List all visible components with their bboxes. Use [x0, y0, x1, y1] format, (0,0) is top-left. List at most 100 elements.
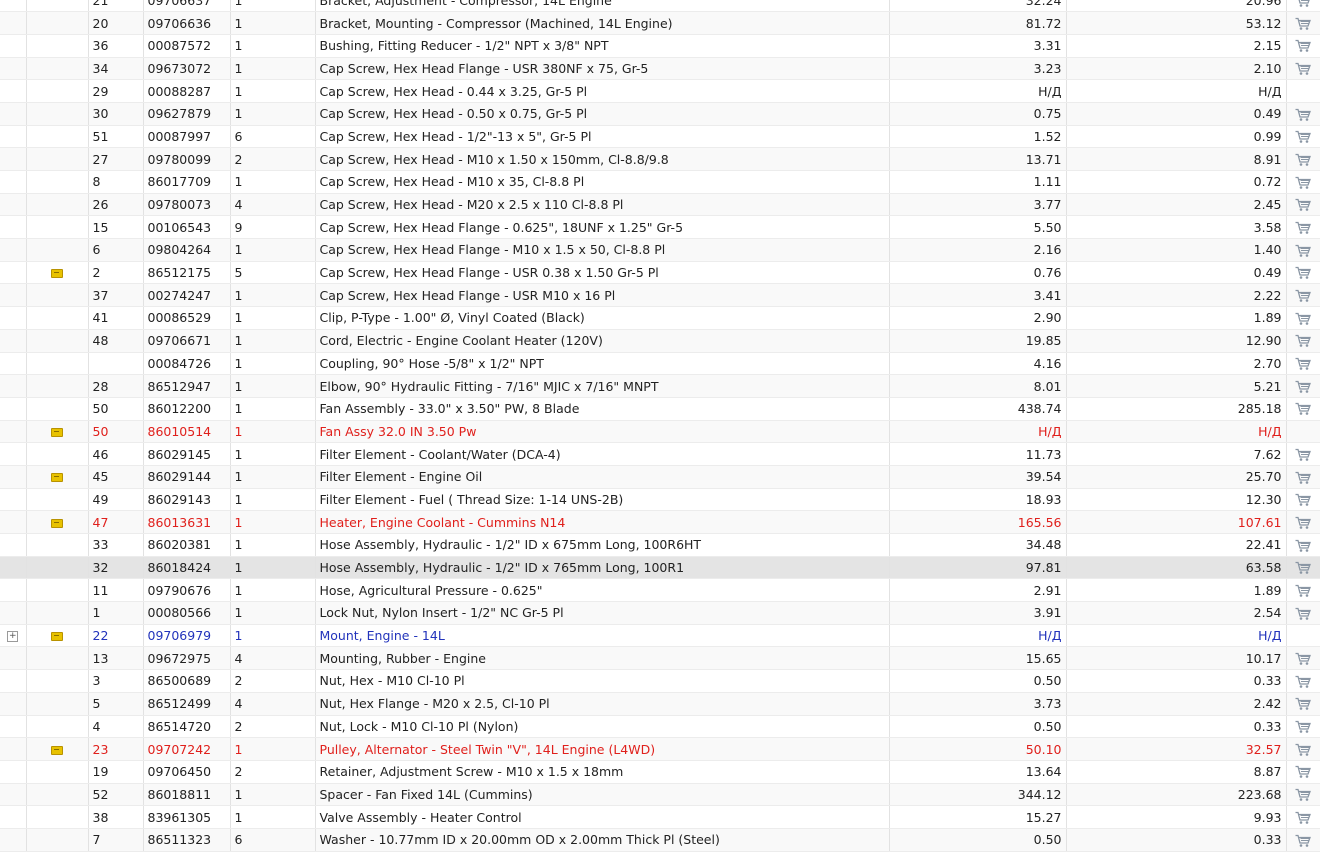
- position-cell: 45: [88, 465, 144, 489]
- cart-icon[interactable]: [1295, 265, 1312, 280]
- table-row[interactable]: 4 86514720 2 Nut, Lock - M10 Cl-10 Pl (N…: [0, 715, 1320, 739]
- cart-icon[interactable]: [1295, 560, 1312, 575]
- cart-icon[interactable]: [1295, 673, 1312, 688]
- table-row[interactable]: 33 86020381 1 Hose Assembly, Hydraulic -…: [0, 533, 1320, 557]
- table-row[interactable]: 45 86029144 1 Filter Element - Engine Oi…: [0, 465, 1320, 489]
- table-row[interactable]: 27 09780099 2 Cap Screw, Hex Head - M10 …: [0, 147, 1320, 171]
- expand-plus-icon[interactable]: +: [7, 631, 19, 643]
- note-icon[interactable]: [51, 427, 63, 437]
- part-number-cell: 86018424: [143, 556, 231, 580]
- cart-icon[interactable]: [1295, 174, 1312, 189]
- position-cell: 51: [88, 125, 144, 149]
- table-row[interactable]: 5 86512499 4 Nut, Hex Flange - M20 x 2.5…: [0, 692, 1320, 716]
- cart-icon[interactable]: [1295, 446, 1312, 461]
- cart-icon[interactable]: [1295, 764, 1312, 779]
- table-row[interactable]: 32 86018424 1 Hose Assembly, Hydraulic -…: [0, 556, 1320, 580]
- table-row[interactable]: 8 86017709 1 Cap Screw, Hex Head - M10 x…: [0, 170, 1320, 194]
- cart-icon[interactable]: [1295, 605, 1312, 620]
- cart-icon[interactable]: [1295, 787, 1312, 802]
- table-row[interactable]: 3 86500689 2 Nut, Hex - M10 Cl-10 Pl 0.5…: [0, 669, 1320, 693]
- cart-icon[interactable]: [1295, 333, 1312, 348]
- table-row[interactable]: 19 09706450 2 Retainer, Adjustment Screw…: [0, 760, 1320, 784]
- price-cell: 15.27: [889, 805, 1067, 829]
- table-row[interactable]: 50 86010514 1 Fan Assy 32.0 IN 3.50 Pw Н…: [0, 420, 1320, 444]
- cart-icon[interactable]: [1295, 696, 1312, 711]
- table-row[interactable]: 37 00274247 1 Cap Screw, Hex Head Flange…: [0, 283, 1320, 308]
- table-row[interactable]: 23 09707242 1 Pulley, Alternator - Steel…: [0, 737, 1320, 761]
- table-row[interactable]: 52 86018811 1 Spacer - Fan Fixed 14L (Cu…: [0, 783, 1320, 807]
- table-row[interactable]: 21 09706637 1 Bracket, Adjustment - Comp…: [0, 0, 1320, 13]
- cart-icon[interactable]: [1295, 492, 1312, 507]
- cart-icon[interactable]: [1295, 15, 1312, 30]
- cart-icon[interactable]: [1295, 378, 1312, 393]
- cart-icon[interactable]: [1295, 310, 1312, 325]
- price-cell: 5.50: [889, 215, 1067, 240]
- note-icon[interactable]: [51, 518, 63, 528]
- position-cell: 20: [88, 11, 144, 35]
- discount-price-cell: 12.30: [1066, 488, 1287, 512]
- table-row[interactable]: 29 00088287 1 Cap Screw, Hex Head - 0.44…: [0, 79, 1320, 103]
- quantity-cell: 4: [230, 692, 316, 716]
- table-row[interactable]: 26 09780073 4 Cap Screw, Hex Head - M20 …: [0, 193, 1320, 217]
- table-row[interactable]: 15 00106543 9 Cap Screw, Hex Head Flange…: [0, 215, 1320, 240]
- cart-icon[interactable]: [1295, 469, 1312, 484]
- discount-price-cell: 0.33: [1066, 715, 1287, 739]
- description-cell: Hose Assembly, Hydraulic - 1/2" ID x 765…: [315, 556, 890, 580]
- table-row[interactable]: 51 00087997 6 Cap Screw, Hex Head - 1/2"…: [0, 125, 1320, 149]
- note-icon[interactable]: [51, 745, 63, 755]
- table-row[interactable]: 49 86029143 1 Filter Element - Fuel ( Th…: [0, 488, 1320, 512]
- cart-icon[interactable]: [1295, 288, 1312, 303]
- table-row[interactable]: 2 86512175 5 Cap Screw, Hex Head Flange …: [0, 261, 1320, 285]
- table-row[interactable]: 11 09790676 1 Hose, Agricultural Pressur…: [0, 578, 1320, 603]
- cart-icon[interactable]: [1295, 832, 1312, 847]
- table-row[interactable]: + 22 09706979 1 Mount, Engine - 14L Н/Д …: [0, 624, 1320, 648]
- cart-icon[interactable]: [1295, 582, 1312, 597]
- cart-icon[interactable]: [1295, 242, 1312, 257]
- cart-icon[interactable]: [1295, 61, 1312, 76]
- cart-icon[interactable]: [1295, 809, 1312, 824]
- table-row[interactable]: 28 86512947 1 Elbow, 90° Hydraulic Fitti…: [0, 374, 1320, 398]
- quantity-cell: 1: [230, 488, 316, 512]
- table-row[interactable]: 38 83961305 1 Valve Assembly - Heater Co…: [0, 805, 1320, 829]
- cart-icon[interactable]: [1295, 129, 1312, 144]
- table-row[interactable]: 50 86012200 1 Fan Assembly - 33.0" x 3.5…: [0, 397, 1320, 421]
- cart-icon[interactable]: [1295, 537, 1312, 552]
- price-cell: 32.24: [889, 0, 1067, 13]
- position-cell: 1: [88, 601, 144, 625]
- expand-cell: [0, 737, 27, 761]
- cart-icon[interactable]: [1295, 719, 1312, 734]
- table-row[interactable]: 47 86013631 1 Heater, Engine Coolant - C…: [0, 510, 1320, 534]
- expand-cell: [0, 783, 27, 807]
- note-icon[interactable]: [51, 632, 63, 642]
- table-row[interactable]: 7 86511323 6 Washer - 10.77mm ID x 20.00…: [0, 828, 1320, 852]
- cart-icon[interactable]: [1295, 151, 1312, 166]
- cart-icon[interactable]: [1295, 0, 1311, 7]
- note-icon[interactable]: [51, 473, 63, 483]
- cart-icon[interactable]: [1295, 356, 1312, 371]
- cart-icon[interactable]: [1295, 651, 1312, 666]
- cart-icon[interactable]: [1295, 38, 1312, 53]
- table-row[interactable]: 6 09804264 1 Cap Screw, Hex Head Flange …: [0, 238, 1320, 262]
- part-number-cell: 86512499: [143, 692, 231, 716]
- cart-icon[interactable]: [1295, 197, 1312, 212]
- discount-price-cell: 0.72: [1066, 170, 1287, 194]
- quantity-cell: 1: [230, 329, 316, 353]
- discount-price-cell: 10.17: [1066, 646, 1287, 671]
- cart-icon[interactable]: [1295, 219, 1312, 234]
- table-row[interactable]: 41 00086529 1 Clip, P-Type - 1.00" Ø, Vi…: [0, 306, 1320, 330]
- table-row[interactable]: 1 00080566 1 Lock Nut, Nylon Insert - 1/…: [0, 601, 1320, 625]
- table-row[interactable]: 20 09706636 1 Bracket, Mounting - Compre…: [0, 11, 1320, 35]
- cart-icon[interactable]: [1295, 514, 1312, 529]
- table-row[interactable]: 48 09706671 1 Cord, Electric - Engine Co…: [0, 329, 1320, 353]
- table-row[interactable]: 36 00087572 1 Bushing, Fitting Reducer -…: [0, 34, 1320, 58]
- note-icon[interactable]: [51, 269, 63, 279]
- cart-icon[interactable]: [1295, 741, 1312, 756]
- table-row[interactable]: 46 86029145 1 Filter Element - Coolant/W…: [0, 442, 1320, 466]
- cart-icon[interactable]: [1295, 106, 1312, 121]
- table-row[interactable]: 34 09673072 1 Cap Screw, Hex Head Flange…: [0, 57, 1320, 81]
- table-row[interactable]: 13 09672975 4 Mounting, Rubber - Engine …: [0, 646, 1320, 671]
- cart-icon[interactable]: [1295, 401, 1312, 416]
- part-number-cell: 86511323: [143, 828, 231, 852]
- table-row[interactable]: 30 09627879 1 Cap Screw, Hex Head - 0.50…: [0, 102, 1320, 126]
- table-row[interactable]: 00084726 1 Coupling, 90° Hose -5/8" x 1/…: [0, 352, 1320, 376]
